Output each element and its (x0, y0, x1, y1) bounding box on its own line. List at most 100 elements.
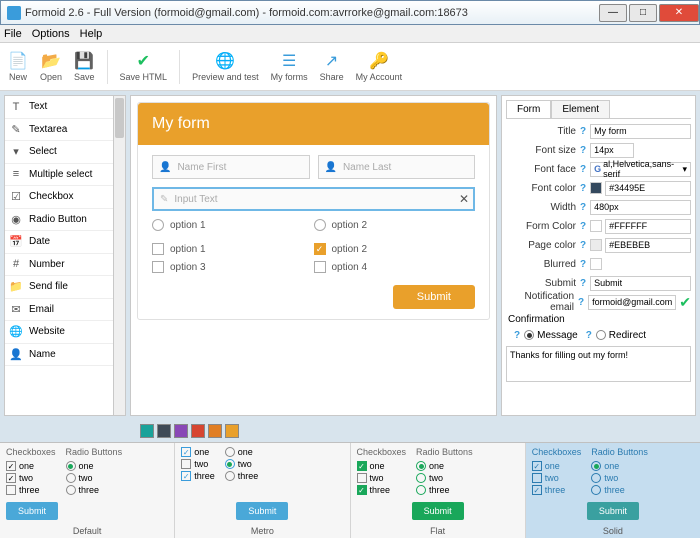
palette-item-email[interactable]: ✉Email (5, 299, 113, 322)
radio-option-2[interactable]: option 2 (314, 219, 476, 231)
palette-item-textarea[interactable]: ✎Textarea (5, 119, 113, 142)
toolbar-save[interactable]: 💾Save (74, 51, 95, 82)
help-icon[interactable]: ? (514, 330, 520, 341)
color-swatches (0, 420, 700, 442)
field-type-icon: ◉ (9, 213, 23, 226)
color-swatch[interactable] (174, 424, 188, 438)
form-canvas[interactable]: My form 👤Name First 👤Name Last ✎Input Te… (130, 95, 497, 416)
prop-fontface-label: Font face (506, 164, 580, 175)
palette-item-website[interactable]: 🌐Website (5, 321, 113, 344)
help-icon[interactable]: ? (586, 330, 592, 341)
toolbar-preview[interactable]: 🌐Preview and test (192, 51, 259, 82)
minimize-button[interactable]: — (599, 4, 627, 22)
field-palette: TText✎Textarea▾Select≡Multiple select☑Ch… (4, 95, 114, 416)
prop-fontsize-input[interactable]: 14px (590, 143, 634, 158)
palette-item-checkbox[interactable]: ☑Checkbox (5, 186, 113, 209)
toolbar-savehtml[interactable]: ✔Save HTML (120, 51, 168, 82)
confirmation-label: Confirmation (508, 314, 691, 325)
confirm-message-textarea[interactable]: Thanks for filling out my form! (506, 346, 691, 382)
checkbox-icon: ✓ (181, 447, 191, 457)
toolbar-account[interactable]: 🔑My Account (356, 51, 403, 82)
name-first-input[interactable]: 👤Name First (152, 155, 310, 179)
palette-item-name[interactable]: 👤Name (5, 344, 113, 367)
prop-email-input[interactable]: formoid@gmail.com (588, 295, 676, 310)
check-option-2[interactable]: ✓option 2 (314, 243, 476, 255)
help-icon[interactable]: ? (580, 145, 586, 156)
pencil-icon: ✎ (160, 194, 168, 205)
palette-scrollbar[interactable] (114, 95, 126, 416)
palette-item-date[interactable]: 📅Date (5, 231, 113, 254)
menu-bar: File Options Help (0, 25, 700, 43)
toolbar-share[interactable]: ↗Share (320, 51, 344, 82)
check-option-1[interactable]: option 1 (152, 243, 314, 255)
close-button[interactable]: ✕ (659, 4, 699, 22)
palette-item-number[interactable]: #Number (5, 254, 113, 277)
menu-options[interactable]: Options (32, 28, 70, 40)
color-swatch[interactable] (191, 424, 205, 438)
theme-flat[interactable]: Checkboxes ✓one two ✓three Radio Buttons… (351, 443, 526, 538)
theme-default[interactable]: Checkboxes ✓one ✓two three Radio Buttons… (0, 443, 175, 538)
confirm-redirect-radio[interactable]: Redirect (596, 330, 646, 341)
theme-default-submit[interactable]: Submit (6, 502, 58, 520)
form-submit-button[interactable]: Submit (393, 285, 475, 309)
theme-metro-submit[interactable]: Submit (236, 502, 288, 520)
color-swatch[interactable] (157, 424, 171, 438)
help-icon[interactable]: ? (580, 221, 586, 232)
help-icon[interactable]: ? (580, 183, 586, 194)
help-icon[interactable]: ? (580, 164, 586, 175)
color-swatch[interactable] (225, 424, 239, 438)
help-icon[interactable]: ? (580, 126, 586, 137)
maximize-button[interactable]: □ (629, 4, 657, 22)
scrollbar-thumb[interactable] (115, 98, 124, 138)
list-icon: ☰ (279, 51, 299, 71)
tab-element[interactable]: Element (551, 100, 610, 118)
radio-icon (225, 471, 235, 481)
theme-solid[interactable]: Checkboxes ✓one two ✓three Radio Buttons… (526, 443, 700, 538)
radio-icon (416, 473, 426, 483)
theme-flat-submit[interactable]: Submit (412, 502, 464, 520)
palette-item-radio-button[interactable]: ◉Radio Button (5, 209, 113, 232)
prop-blurred-checkbox[interactable] (590, 258, 602, 270)
prop-submit-input[interactable]: Submit (590, 276, 691, 291)
palette-item-multiple-select[interactable]: ≡Multiple select (5, 164, 113, 187)
help-icon[interactable]: ? (580, 259, 586, 270)
color-swatch[interactable] (140, 424, 154, 438)
prop-fontface-select[interactable]: Gal,Helvetica,sans-serif▾ (590, 162, 691, 177)
palette-item-select[interactable]: ▾Select (5, 141, 113, 164)
form-title[interactable]: My form (138, 103, 489, 145)
check-option-4[interactable]: option 4 (314, 261, 476, 273)
theme-metro[interactable]: ✓one two ✓three one two three Submit Met… (175, 443, 350, 538)
prop-width-input[interactable]: 480px (590, 200, 691, 215)
palette-item-text[interactable]: TText (5, 96, 113, 119)
pagecolor-swatch[interactable] (590, 239, 602, 251)
checkbox-icon (314, 261, 326, 273)
prop-fontcolor-input[interactable]: #34495E (605, 181, 691, 196)
theme-solid-submit[interactable]: Submit (587, 502, 639, 520)
toolbar-myforms[interactable]: ☰My forms (271, 51, 308, 82)
delete-field-icon[interactable]: ✕ (459, 192, 469, 206)
help-icon[interactable]: ? (580, 202, 586, 213)
confirm-message-radio[interactable]: Message (524, 330, 578, 341)
help-icon[interactable]: ? (580, 240, 586, 251)
help-icon[interactable]: ? (580, 278, 586, 289)
color-swatch[interactable] (208, 424, 222, 438)
toolbar-new[interactable]: 📄New (8, 51, 28, 82)
menu-file[interactable]: File (4, 28, 22, 40)
check-option-3[interactable]: option 3 (152, 261, 314, 273)
prop-title-input[interactable]: My form (590, 124, 691, 139)
radio-option-1[interactable]: option 1 (152, 219, 314, 231)
help-icon[interactable]: ? (578, 297, 584, 308)
name-last-input[interactable]: 👤Name Last (318, 155, 476, 179)
prop-formcolor-input[interactable]: #FFFFFF (605, 219, 691, 234)
text-input-selected[interactable]: ✎Input Text✕ (152, 187, 475, 211)
menu-help[interactable]: Help (80, 28, 103, 40)
window-title: Formoid 2.6 - Full Version (formoid@gmai… (25, 7, 597, 19)
prop-pagecolor-input[interactable]: #EBEBEB (605, 238, 691, 253)
toolbar-open[interactable]: 📂Open (40, 51, 62, 82)
radio-icon (225, 447, 235, 457)
formcolor-swatch[interactable] (590, 220, 602, 232)
fontcolor-swatch[interactable] (590, 182, 602, 194)
tab-form[interactable]: Form (506, 100, 551, 118)
palette-item-send-file[interactable]: 📁Send file (5, 276, 113, 299)
checkbox-icon (357, 473, 367, 483)
